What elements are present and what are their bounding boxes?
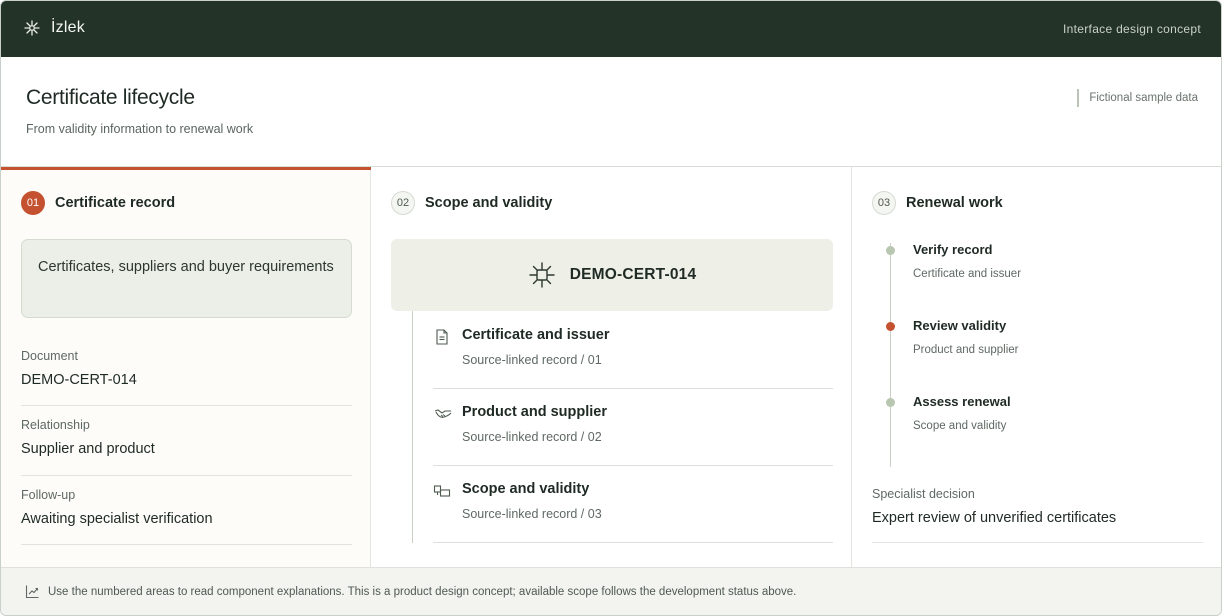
certificate-card[interactable]: DEMO-CERT-014 — [391, 239, 833, 311]
spark-logo-icon — [528, 262, 555, 288]
app-window: İzlek Interface design concept Certifica… — [0, 0, 1222, 616]
specialist-decision: Specialist decision Expert review of unv… — [872, 487, 1203, 543]
field-label: Relationship — [21, 418, 90, 432]
field-label: Follow-up — [21, 488, 76, 502]
handshake-icon — [434, 409, 452, 418]
record-summary: Certificates, suppliers and buyer requir… — [21, 239, 352, 318]
scope-item[interactable]: Certificate and issuer Source-linked rec… — [433, 311, 833, 389]
spark-logo-icon — [24, 20, 40, 36]
trend-chart-icon — [25, 585, 39, 599]
footer: Use the numbered areas to read component… — [1, 567, 1221, 615]
concept-note: Interface design concept — [1063, 22, 1201, 36]
step-number-badge: 03 — [872, 191, 896, 215]
document-field: Document DEMO-CERT-014 — [21, 349, 352, 406]
top-bar: İzlek Interface design concept — [1, 1, 1221, 57]
column-header: 03 Renewal work — [872, 191, 1003, 215]
step-dot-active — [886, 322, 895, 331]
field-value: Supplier and product — [21, 441, 155, 457]
app-name: İzlek — [51, 19, 85, 36]
column-title: Scope and validity — [425, 195, 553, 211]
step-dot — [886, 398, 895, 407]
brand[interactable]: İzlek — [23, 19, 85, 37]
footer-note: Use the numbered areas to read component… — [48, 586, 797, 598]
connector-line — [412, 311, 413, 543]
field-value: DEMO-CERT-014 — [21, 372, 137, 388]
step-title: Review validity — [913, 318, 1007, 333]
renewal-work-panel[interactable]: 03 Renewal work Verify record Certificat… — [852, 167, 1221, 567]
field-value: Awaiting specialist verification — [21, 511, 213, 527]
scope-item-subtitle: Source-linked record / 03 — [462, 507, 602, 521]
boxes-icon — [433, 485, 451, 497]
decision-label: Specialist decision — [872, 487, 975, 501]
step-title: Verify record — [913, 242, 993, 257]
follow-up-field: Follow-up Awaiting specialist verificati… — [21, 488, 352, 545]
step-subtitle: Product and supplier — [913, 344, 1019, 356]
scope-item[interactable]: Product and supplier Source-linked recor… — [433, 388, 833, 466]
relationship-field: Relationship Supplier and product — [21, 418, 352, 476]
step-title: Assess renewal — [913, 394, 1011, 409]
scope-item-title: Scope and validity — [462, 481, 590, 497]
step-subtitle: Certificate and issuer — [913, 268, 1022, 280]
scope-item-title: Certificate and issuer — [462, 327, 610, 343]
scope-item-title: Product and supplier — [462, 404, 608, 420]
scope-item-subtitle: Source-linked record / 01 — [462, 353, 602, 367]
step-number-badge: 02 — [391, 191, 415, 215]
page-title: Certificate lifecycle — [26, 86, 195, 109]
certificate-id: DEMO-CERT-014 — [569, 266, 697, 283]
sample-data-note: Fictional sample data — [1077, 89, 1198, 107]
document-icon — [436, 329, 448, 345]
column-title: Certificate record — [55, 195, 176, 211]
column-header: 02 Scope and validity — [391, 191, 552, 215]
decision-value: Expert review of unverified certificates — [872, 510, 1117, 526]
column-title: Renewal work — [906, 195, 1003, 211]
column-header: 01 Certificate record — [21, 191, 175, 215]
scope-validity-panel[interactable]: 02 Scope and validity DEMO-CERT-014 Cert… — [371, 167, 852, 567]
certificate-record-panel[interactable]: 01 Certificate record Certificates, supp… — [1, 167, 371, 567]
page-subtitle: From validity information to renewal wor… — [26, 122, 254, 136]
scope-item-subtitle: Source-linked record / 02 — [462, 430, 602, 444]
step-dot — [886, 246, 895, 255]
scope-item[interactable]: Scope and validity Source-linked record … — [433, 465, 833, 543]
page-header: Certificate lifecycle From validity info… — [1, 57, 1221, 167]
field-label: Document — [21, 349, 78, 363]
step-number-badge: 01 — [21, 191, 45, 215]
step-subtitle: Scope and validity — [913, 420, 1007, 432]
timeline-line — [890, 243, 891, 467]
